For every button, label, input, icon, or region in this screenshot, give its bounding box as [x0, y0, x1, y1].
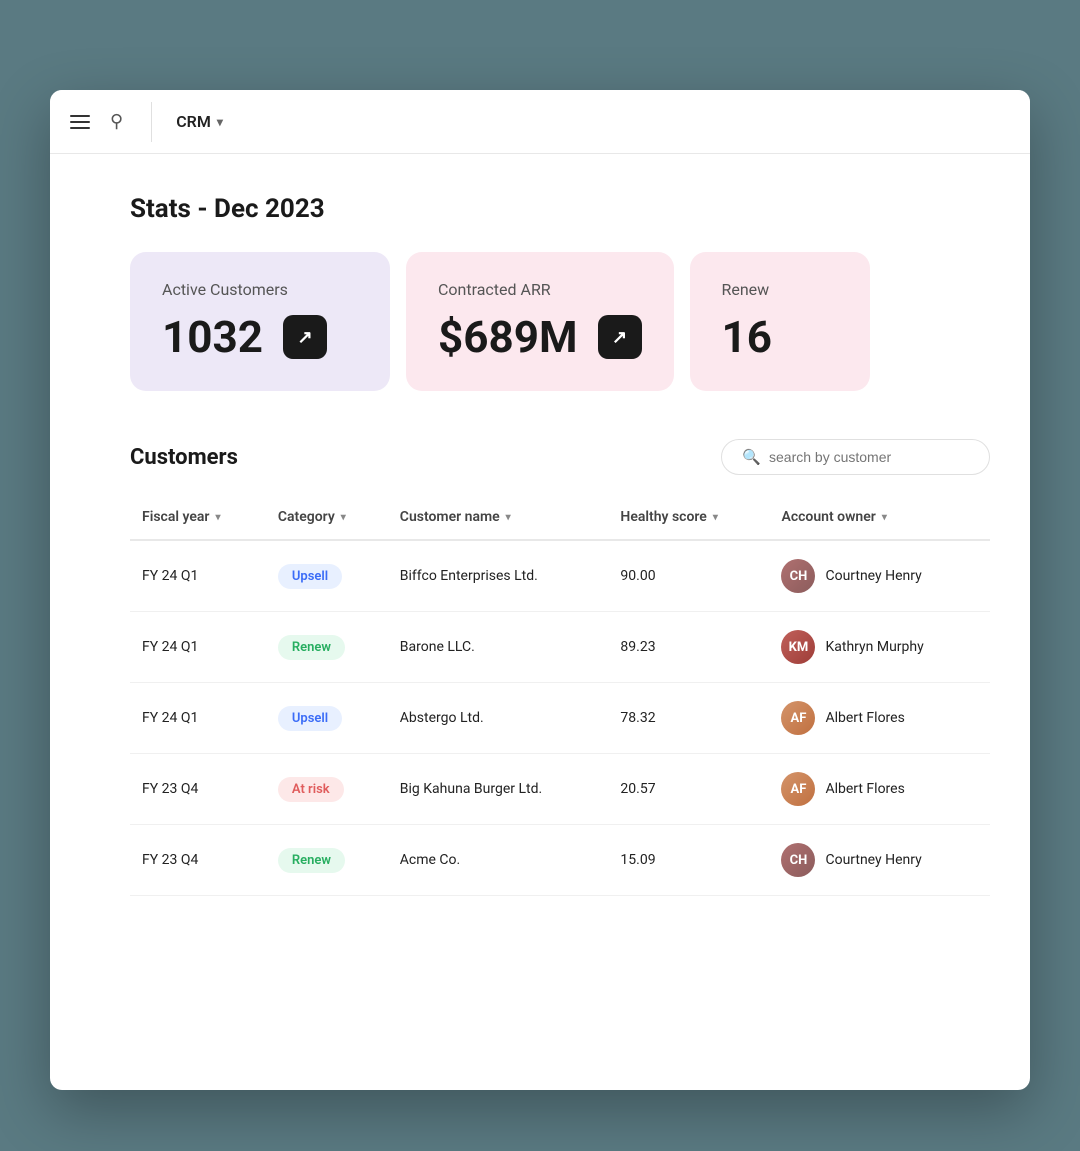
- search-box-icon: 🔍: [742, 448, 761, 466]
- customers-section: Customers 🔍 Fiscal year ▾: [130, 439, 990, 896]
- avatar: CH: [781, 843, 815, 877]
- owner-cell: CH Courtney Henry: [781, 559, 978, 593]
- stat-label-contracted-arr: Contracted ARR: [438, 280, 642, 299]
- table-row: FY 23 Q4 At risk Big Kahuna Burger Ltd.20.…: [130, 754, 990, 825]
- stat-link-contracted-arr[interactable]: ↗: [598, 315, 642, 359]
- owner-cell: AF Albert Flores: [781, 772, 978, 806]
- cell-fiscal-year: FY 24 Q1: [130, 683, 266, 754]
- avatar: CH: [781, 559, 815, 593]
- col-header-fiscal-year[interactable]: Fiscal year ▾: [130, 499, 266, 540]
- chevron-down-icon: ▾: [217, 115, 223, 129]
- cell-healthy-score: 78.32: [608, 683, 769, 754]
- table-row: FY 23 Q4 Renew Acme Co.15.09 CH Courtney Hen…: [130, 825, 990, 896]
- stats-cards: Active Customers 1032 ↗ Contracted ARR $…: [130, 252, 990, 391]
- topbar-divider: [151, 102, 152, 142]
- main-window: ⚲ CRM ▾ Stats - Dec 2023 Active Customer…: [50, 90, 1030, 1090]
- chevron-down-icon: ▾: [215, 512, 220, 523]
- topbar-left: ⚲ CRM ▾: [70, 102, 223, 142]
- crm-label: CRM: [176, 112, 211, 131]
- main-content: Stats - Dec 2023 Active Customers 1032 ↗…: [50, 154, 1030, 936]
- chevron-down-icon: ▾: [882, 512, 887, 523]
- cell-account-owner: AF Albert Flores: [769, 754, 990, 825]
- category-badge: Upsell: [278, 564, 342, 589]
- cell-fiscal-year: FY 24 Q1: [130, 612, 266, 683]
- cell-customer-name: Abstergo Ltd.: [388, 683, 609, 754]
- category-badge: Upsell: [278, 706, 342, 731]
- cell-account-owner: KM Kathryn Murphy: [769, 612, 990, 683]
- cell-customer-name: Biffco Enterprises Ltd.: [388, 540, 609, 612]
- cell-category: Upsell: [266, 540, 388, 612]
- page-title: Stats - Dec 2023: [130, 194, 990, 224]
- cell-fiscal-year: FY 23 Q4: [130, 825, 266, 896]
- table-row: FY 24 Q1 Upsell Abstergo Ltd.78.32 AF Albert…: [130, 683, 990, 754]
- table-body: FY 24 Q1 Upsell Biffco Enterprises Ltd.90.…: [130, 540, 990, 896]
- cell-account-owner: CH Courtney Henry: [769, 825, 990, 896]
- stat-value-active-customers: 1032 ↗: [162, 311, 358, 363]
- cell-category: At risk: [266, 754, 388, 825]
- category-badge: Renew: [278, 848, 345, 873]
- owner-name: Kathryn Murphy: [825, 639, 923, 655]
- col-header-customer-name[interactable]: Customer name ▾: [388, 499, 609, 540]
- cell-fiscal-year: FY 24 Q1: [130, 540, 266, 612]
- cell-customer-name: Acme Co.: [388, 825, 609, 896]
- owner-name: Courtney Henry: [825, 568, 921, 584]
- col-header-category[interactable]: Category ▾: [266, 499, 388, 540]
- cell-account-owner: AF Albert Flores: [769, 683, 990, 754]
- topbar: ⚲ CRM ▾: [50, 90, 1030, 154]
- customers-title: Customers: [130, 445, 238, 470]
- owner-cell: AF Albert Flores: [781, 701, 978, 735]
- cell-account-owner: CH Courtney Henry: [769, 540, 990, 612]
- owner-name: Albert Flores: [825, 710, 904, 726]
- stat-value-renew: 16: [722, 311, 838, 363]
- owner-cell: CH Courtney Henry: [781, 843, 978, 877]
- cell-healthy-score: 15.09: [608, 825, 769, 896]
- table-header: Fiscal year ▾ Category ▾: [130, 499, 990, 540]
- cell-category: Upsell: [266, 683, 388, 754]
- chevron-down-icon: ▾: [341, 512, 346, 523]
- crm-selector[interactable]: CRM ▾: [176, 112, 223, 131]
- avatar: AF: [781, 772, 815, 806]
- stat-card-active-customers: Active Customers 1032 ↗: [130, 252, 390, 391]
- cell-healthy-score: 89.23: [608, 612, 769, 683]
- stat-value-contracted-arr: $689M ↗: [438, 311, 642, 363]
- cell-customer-name: Big Kahuna Burger Ltd.: [388, 754, 609, 825]
- table-row: FY 24 Q1 Renew Barone LLC.89.23 KM Kathryn M…: [130, 612, 990, 683]
- customer-search-box[interactable]: 🔍: [721, 439, 990, 475]
- stat-card-renew: Renew 16: [690, 252, 870, 391]
- cell-category: Renew: [266, 612, 388, 683]
- stat-label-renew: Renew: [722, 280, 838, 299]
- hamburger-menu-icon[interactable]: [70, 115, 90, 129]
- cell-category: Renew: [266, 825, 388, 896]
- col-header-healthy-score[interactable]: Healthy score ▾: [608, 499, 769, 540]
- chevron-down-icon: ▾: [506, 512, 511, 523]
- cell-healthy-score: 20.57: [608, 754, 769, 825]
- cell-healthy-score: 90.00: [608, 540, 769, 612]
- topbar-search-icon[interactable]: ⚲: [106, 107, 127, 136]
- stat-card-contracted-arr: Contracted ARR $689M ↗: [406, 252, 674, 391]
- customers-header: Customers 🔍: [130, 439, 990, 475]
- stat-label-active-customers: Active Customers: [162, 280, 358, 299]
- chevron-down-icon: ▾: [713, 512, 718, 523]
- cell-customer-name: Barone LLC.: [388, 612, 609, 683]
- owner-name: Courtney Henry: [825, 852, 921, 868]
- customers-table: Fiscal year ▾ Category ▾: [130, 499, 990, 896]
- category-badge: At risk: [278, 777, 344, 802]
- col-header-account-owner[interactable]: Account owner ▾: [769, 499, 990, 540]
- category-badge: Renew: [278, 635, 345, 660]
- owner-cell: KM Kathryn Murphy: [781, 630, 978, 664]
- stat-link-active-customers[interactable]: ↗: [283, 315, 327, 359]
- customer-search-input[interactable]: [769, 449, 969, 465]
- owner-name: Albert Flores: [825, 781, 904, 797]
- avatar: KM: [781, 630, 815, 664]
- cell-fiscal-year: FY 23 Q4: [130, 754, 266, 825]
- table-row: FY 24 Q1 Upsell Biffco Enterprises Ltd.90.…: [130, 540, 990, 612]
- avatar: AF: [781, 701, 815, 735]
